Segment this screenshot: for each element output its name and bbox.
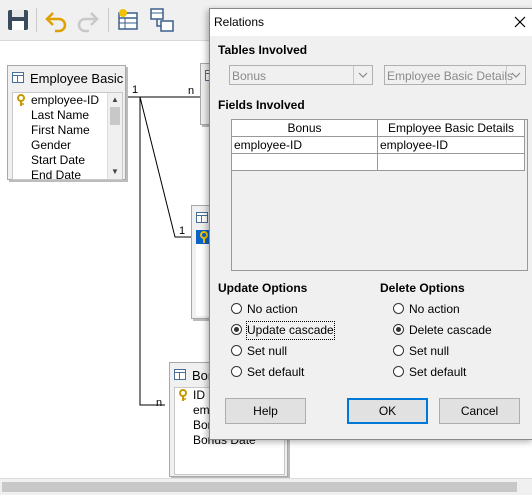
relation-line-2[interactable] xyxy=(139,96,192,238)
scroll-up-icon[interactable]: ▲ xyxy=(108,93,122,107)
radio-label: No action xyxy=(247,302,298,316)
field-name: employee-ID xyxy=(31,93,100,107)
radio-indicator xyxy=(393,345,404,356)
radio-indicator xyxy=(231,324,242,335)
field-list[interactable]: employee-ID Last Name First Name Gender … xyxy=(12,92,123,180)
primary-key-icon xyxy=(17,94,25,106)
radio-label: Set default xyxy=(247,365,305,379)
update-options-label: Update Options xyxy=(218,281,308,295)
field-name: Last Name xyxy=(31,108,90,122)
primary-key-icon xyxy=(179,389,187,401)
scroll-down-icon[interactable]: ▼ xyxy=(108,165,122,179)
radio-label: Set null xyxy=(247,344,288,358)
cancel-button[interactable]: Cancel xyxy=(439,398,520,424)
radio-indicator xyxy=(231,303,242,314)
field-row[interactable]: First Name xyxy=(13,123,122,138)
grid-header-bonus[interactable]: Bonus xyxy=(232,120,378,137)
radio-indicator xyxy=(393,366,404,377)
table-left-value: Bonus xyxy=(232,69,267,83)
table-window-header[interactable]: Employee Basic D xyxy=(8,66,125,92)
radio-indicator xyxy=(231,366,242,377)
scrollbar-thumb[interactable] xyxy=(2,482,517,492)
table-right-value: Employee Basic Details xyxy=(387,69,514,83)
ok-button[interactable]: OK xyxy=(347,398,428,424)
field-name: End Date xyxy=(31,168,82,180)
radio-label: Update cascade xyxy=(246,321,335,340)
field-row[interactable]: End Date xyxy=(13,168,122,180)
grid-cell[interactable] xyxy=(232,154,378,171)
radio-label: Set default xyxy=(409,365,467,379)
table-window-employee-basic-details[interactable]: Employee Basic D employee-ID Last Name F… xyxy=(7,65,126,180)
field-row[interactable]: Start Date xyxy=(13,153,122,168)
radio-indicator xyxy=(231,345,242,356)
field-list-scrollbar[interactable]: ▲ ▼ xyxy=(107,93,122,179)
relation-2-from-label: 1 xyxy=(179,225,185,237)
grid-cell[interactable]: employee-ID xyxy=(232,137,378,154)
field-name: First Name xyxy=(31,123,90,137)
chevron-down-icon xyxy=(353,66,368,84)
radio-label: Set null xyxy=(409,344,450,358)
canvas-horizontal-scrollbar[interactable] xyxy=(0,478,532,495)
relations-dialog: Relations Tables Involved Bonus Employee… xyxy=(209,8,532,440)
delete-options-label: Delete Options xyxy=(380,281,465,295)
radio-indicator xyxy=(393,324,404,335)
dialog-title: Relations xyxy=(214,15,265,29)
chevron-down-icon xyxy=(506,66,521,84)
close-icon[interactable] xyxy=(511,13,529,31)
help-button[interactable]: Help xyxy=(225,398,306,424)
field-row[interactable]: Gender xyxy=(13,138,122,153)
table-right-select[interactable]: Employee Basic Details xyxy=(384,65,526,85)
radio-label: No action xyxy=(409,302,460,316)
scrollbar-thumb[interactable] xyxy=(110,107,120,125)
field-name: Start Date xyxy=(31,153,86,167)
field-name: Gender xyxy=(31,138,72,152)
radio-indicator xyxy=(393,303,404,314)
tables-involved-label: Tables Involved xyxy=(218,43,308,57)
dialog-titlebar[interactable]: Relations xyxy=(210,9,532,36)
grid-header-employee-basic-details[interactable]: Employee Basic Details xyxy=(378,120,525,137)
field-row[interactable]: Last Name xyxy=(13,108,122,123)
grid-cell[interactable] xyxy=(378,154,525,171)
field-row[interactable]: employee-ID xyxy=(13,93,122,108)
fields-involved-label: Fields Involved xyxy=(218,98,305,112)
fields-grid[interactable]: Bonus Employee Basic Details employee-ID… xyxy=(231,119,528,271)
table-window-title: Employee Basic D xyxy=(30,71,125,86)
table-icon xyxy=(12,72,24,83)
relation-3-to-label: n xyxy=(156,397,162,409)
relation-1-to-label: n xyxy=(188,85,194,97)
table-icon xyxy=(174,369,186,380)
table-left-select[interactable]: Bonus xyxy=(229,65,373,85)
grid-cell[interactable]: employee-ID xyxy=(378,137,525,154)
relation-line-3[interactable] xyxy=(139,97,165,406)
radio-label: Delete cascade xyxy=(409,323,492,337)
relation-1-from-label: 1 xyxy=(132,84,138,96)
field-name: ID xyxy=(193,388,205,402)
table-icon xyxy=(196,212,208,223)
primary-key-icon xyxy=(200,231,208,243)
